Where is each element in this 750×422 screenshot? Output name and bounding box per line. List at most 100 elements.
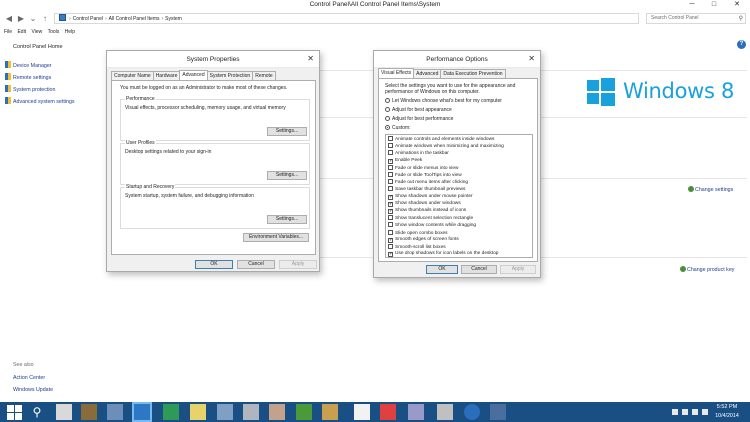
user-profiles-settings-button[interactable]: Settings... — [267, 171, 307, 180]
system-protection-link[interactable]: System protection — [5, 85, 55, 93]
visual-effect-option[interactable]: ✓ Smooth edges of screen fonts — [388, 237, 459, 243]
control-panel-taskbar-icon[interactable] — [132, 402, 152, 422]
app-icon[interactable] — [354, 404, 370, 420]
close-icon[interactable]: ✕ — [528, 55, 535, 63]
breadcrumb-control-panel[interactable]: Control Panel — [73, 16, 103, 22]
checkbox-checked[interactable]: ✓ — [388, 237, 393, 243]
close-icon[interactable]: ✕ — [307, 55, 314, 63]
radio-custom[interactable]: Custom: — [385, 125, 411, 131]
checkbox-unchecked[interactable] — [388, 229, 393, 235]
visual-effect-option[interactable]: ✓ Show shadows under windows — [388, 201, 461, 207]
change-product-key-link[interactable]: Change product key — [680, 266, 734, 273]
tab-system-protection[interactable]: System Protection — [206, 71, 254, 80]
recent-pages-chevron-icon[interactable]: ⌄ — [28, 14, 38, 24]
volume-icon[interactable] — [692, 409, 698, 415]
app-icon[interactable] — [107, 404, 123, 420]
environment-variables-button[interactable]: Environment Variables... — [243, 233, 309, 242]
address-bar[interactable]: › Control Panel › All Control Panel Items › S… — [54, 13, 639, 24]
breadcrumb-system[interactable]: System — [165, 16, 182, 22]
app-icon[interactable] — [269, 404, 285, 420]
checkbox-checked[interactable]: ✓ — [388, 201, 393, 207]
checkbox-checked[interactable]: ✓ — [388, 209, 393, 214]
radio-let-windows-choose[interactable]: Let Windows choose what's best for my co… — [385, 98, 502, 104]
app-icon[interactable] — [243, 404, 259, 420]
visual-effect-option[interactable]: Fade or slide ToolTips into view — [388, 172, 462, 178]
visual-effect-option[interactable]: ✓ Show shadows under mouse pointer — [388, 194, 473, 200]
checkbox-unchecked[interactable] — [388, 164, 393, 170]
radio-button[interactable] — [385, 116, 390, 121]
cancel-button[interactable]: Cancel — [461, 265, 497, 274]
visual-effect-option[interactable]: Save taskbar thumbnail previews — [388, 186, 465, 192]
checkbox-unchecked[interactable] — [388, 143, 393, 149]
radio-button[interactable] — [385, 107, 390, 112]
windows-update-link[interactable]: Windows Update — [13, 387, 53, 393]
visual-effect-option[interactable]: Show window contents while dragging — [388, 222, 476, 228]
visual-effect-option[interactable]: ✓ Show thumbnails instead of icons — [388, 208, 466, 214]
visual-effect-option[interactable]: Animate controls and elements inside win… — [388, 136, 494, 142]
checkbox-unchecked[interactable] — [388, 244, 393, 249]
visual-effect-option[interactable]: Show translucent selection rectangle — [388, 215, 473, 221]
minimize-button[interactable]: ─ — [681, 0, 703, 10]
menu-edit[interactable]: Edit — [17, 27, 26, 37]
desktop-tile-icon[interactable] — [56, 404, 72, 420]
device-manager-link[interactable]: Device Manager — [5, 61, 52, 69]
network-icon[interactable] — [682, 409, 688, 415]
checkbox-unchecked[interactable] — [388, 172, 393, 177]
visual-effect-option[interactable]: ✓ Use drop shadows for icon labels on the… — [388, 251, 498, 257]
radio-best-performance[interactable]: Adjust for best performance — [385, 116, 453, 122]
startup-recovery-settings-button[interactable]: Settings... — [267, 215, 307, 224]
visual-effect-option[interactable]: Slide open combo boxes — [388, 229, 448, 236]
back-arrow-icon[interactable]: ◀ — [4, 14, 14, 24]
checkbox-unchecked[interactable] — [388, 222, 393, 228]
search-icon[interactable]: ⚲ — [29, 404, 45, 420]
app-icon[interactable] — [437, 404, 453, 420]
checkbox-unchecked[interactable] — [388, 215, 393, 221]
ok-button[interactable]: OK — [195, 260, 233, 269]
advanced-system-settings-link[interactable]: Advanced system settings — [5, 97, 75, 105]
control-panel-home-link[interactable]: Control Panel Home — [13, 44, 63, 50]
visual-effect-option[interactable]: Fade out menu items after clicking — [388, 179, 468, 185]
change-settings-link[interactable]: Change settings — [688, 186, 733, 193]
app-icon[interactable] — [464, 404, 480, 420]
checkbox-unchecked[interactable] — [388, 150, 393, 156]
checkbox-checked[interactable]: ✓ — [388, 252, 393, 257]
tab-data-execution-prevention[interactable]: Data Execution Prevention — [440, 69, 506, 78]
app-icon[interactable] — [322, 404, 338, 420]
app-icon[interactable] — [163, 404, 179, 420]
radio-best-appearance[interactable]: Adjust for best appearance — [385, 107, 452, 113]
app-icon[interactable] — [296, 404, 312, 420]
help-icon[interactable]: ? — [737, 40, 746, 49]
clock-date[interactable]: 10/4/2014 — [710, 413, 744, 419]
clock-time[interactable]: 5:52 PM — [712, 404, 742, 410]
tab-computer-name[interactable]: Computer Name — [111, 71, 154, 80]
radio-button[interactable] — [385, 125, 390, 130]
radio-button[interactable] — [385, 98, 390, 103]
visual-effect-option[interactable]: Smooth-scroll list boxes — [388, 244, 446, 250]
app-icon[interactable] — [408, 404, 424, 420]
up-arrow-icon[interactable]: ↑ — [40, 14, 50, 24]
tab-visual-effects[interactable]: Visual Effects — [378, 68, 415, 78]
performance-settings-button[interactable]: Settings... — [267, 127, 307, 136]
apply-button[interactable]: Apply — [279, 260, 317, 269]
checkbox-checked[interactable]: ✓ — [388, 158, 393, 164]
checkbox-checked[interactable]: ✓ — [388, 194, 393, 200]
menu-tools[interactable]: Tools — [48, 27, 60, 37]
tray-arrow-icon[interactable] — [672, 409, 678, 415]
search-input[interactable]: Search Control Panel ⚲ — [646, 13, 746, 24]
tab-hardware[interactable]: Hardware — [152, 71, 181, 80]
menu-help[interactable]: Help — [65, 27, 75, 37]
forward-arrow-icon[interactable]: ▶ — [16, 14, 26, 24]
menu-view[interactable]: View — [31, 27, 42, 37]
checkbox-unchecked[interactable] — [388, 186, 393, 192]
breadcrumb-all-items[interactable]: All Control Panel Items — [109, 16, 160, 22]
action-center-link[interactable]: Action Center — [13, 375, 45, 381]
visual-effect-option[interactable]: Fade or slide menus into view — [388, 164, 458, 171]
cancel-button[interactable]: Cancel — [237, 260, 275, 269]
folder-icon[interactable] — [190, 404, 206, 420]
search-icon[interactable]: ⚲ — [739, 15, 743, 24]
remote-settings-link[interactable]: Remote settings — [5, 73, 51, 81]
ok-button[interactable]: OK — [426, 265, 458, 274]
checkbox-unchecked[interactable] — [388, 136, 393, 141]
checkbox-unchecked[interactable] — [388, 179, 393, 185]
app-icon[interactable] — [81, 404, 97, 420]
